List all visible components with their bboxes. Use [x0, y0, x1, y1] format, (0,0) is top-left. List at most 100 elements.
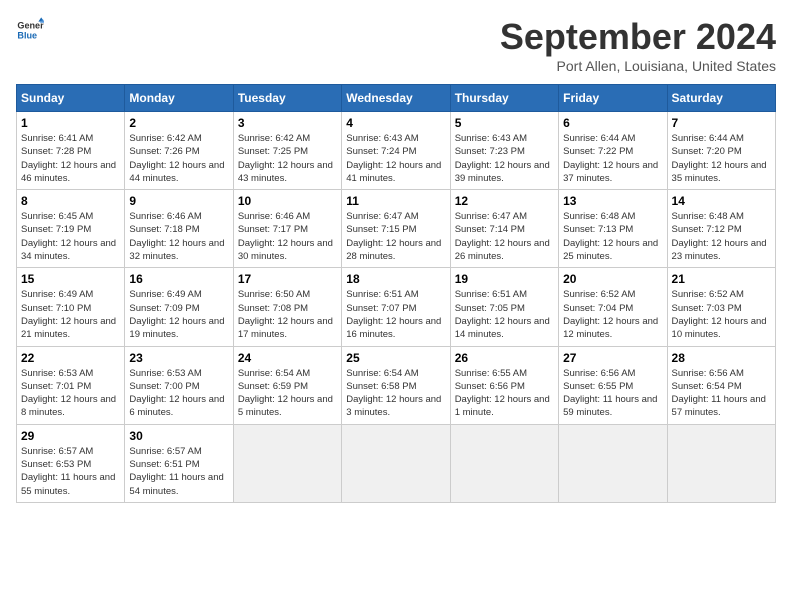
day-number: 27 [563, 351, 662, 365]
calendar-day-cell: 29Sunrise: 6:57 AMSunset: 6:53 PMDayligh… [17, 424, 125, 502]
calendar-day-cell [667, 424, 775, 502]
column-header-wednesday: Wednesday [342, 85, 450, 112]
day-number: 12 [455, 194, 554, 208]
day-number: 21 [672, 272, 771, 286]
day-number: 23 [129, 351, 228, 365]
column-header-tuesday: Tuesday [233, 85, 341, 112]
day-detail: Sunrise: 6:54 AMSunset: 6:59 PMDaylight:… [238, 367, 337, 420]
calendar-day-cell: 7 Sunrise: 6:44 AMSunset: 7:20 PMDaylight… [667, 112, 775, 190]
calendar-day-cell: 5 Sunrise: 6:43 AMSunset: 7:23 PMDaylight… [450, 112, 558, 190]
day-number: 24 [238, 351, 337, 365]
calendar-day-cell: 25Sunrise: 6:54 AMSunset: 6:58 PMDayligh… [342, 346, 450, 424]
day-number: 10 [238, 194, 337, 208]
calendar-week-row: 15Sunrise: 6:49 AMSunset: 7:10 PMDayligh… [17, 268, 776, 346]
day-number: 1 [21, 116, 120, 130]
day-number: 11 [346, 194, 445, 208]
calendar-day-cell: 20 Sunrise: 6:52 AMSunset: 7:04 PMDayligh… [559, 268, 667, 346]
day-detail: Sunrise: 6:56 AMSunset: 6:55 PMDaylight:… [563, 367, 662, 420]
day-detail: Sunrise: 6:46 AMSunset: 7:17 PMDaylight:… [238, 210, 337, 263]
day-number: 29 [21, 429, 120, 443]
day-detail: Sunrise: 6:51 AMSunset: 7:05 PMDaylight:… [455, 288, 554, 341]
calendar-day-cell: 14Sunrise: 6:48 AMSunset: 7:12 PMDayligh… [667, 190, 775, 268]
column-header-friday: Friday [559, 85, 667, 112]
calendar-day-cell: 2 Sunrise: 6:42 AMSunset: 7:26 PMDaylight… [125, 112, 233, 190]
day-detail: Sunrise: 6:42 AMSunset: 7:26 PMDaylight:… [129, 132, 228, 185]
column-header-sunday: Sunday [17, 85, 125, 112]
calendar-day-cell: 17 Sunrise: 6:50 AMSunset: 7:08 PMDayligh… [233, 268, 341, 346]
day-number: 30 [129, 429, 228, 443]
day-number: 19 [455, 272, 554, 286]
calendar-day-cell: 27 Sunrise: 6:56 AMSunset: 6:55 PMDayligh… [559, 346, 667, 424]
calendar-table: SundayMondayTuesdayWednesdayThursdayFrid… [16, 84, 776, 503]
logo-icon: General Blue [16, 16, 44, 44]
column-header-thursday: Thursday [450, 85, 558, 112]
calendar-day-cell: 26 Sunrise: 6:55 AMSunset: 6:56 PMDayligh… [450, 346, 558, 424]
day-detail: Sunrise: 6:43 AMSunset: 7:23 PMDaylight:… [455, 132, 554, 185]
day-detail: Sunrise: 6:50 AMSunset: 7:08 PMDaylight:… [238, 288, 337, 341]
day-detail: Sunrise: 6:44 AMSunset: 7:20 PMDaylight:… [672, 132, 771, 185]
day-number: 16 [129, 272, 228, 286]
calendar-day-cell: 3 Sunrise: 6:42 AMSunset: 7:25 PMDaylight… [233, 112, 341, 190]
calendar-day-cell: 18 Sunrise: 6:51 AMSunset: 7:07 PMDayligh… [342, 268, 450, 346]
location-title: Port Allen, Louisiana, United States [500, 58, 776, 74]
day-number: 13 [563, 194, 662, 208]
svg-text:General: General [17, 21, 44, 31]
calendar-day-cell [342, 424, 450, 502]
calendar-header-row: SundayMondayTuesdayWednesdayThursdayFrid… [17, 85, 776, 112]
day-detail: Sunrise: 6:46 AMSunset: 7:18 PMDaylight:… [129, 210, 228, 263]
calendar-day-cell: 13 Sunrise: 6:48 AMSunset: 7:13 PMDayligh… [559, 190, 667, 268]
day-detail: Sunrise: 6:47 AMSunset: 7:14 PMDaylight:… [455, 210, 554, 263]
logo: General Blue [16, 16, 48, 44]
day-number: 20 [563, 272, 662, 286]
day-number: 18 [346, 272, 445, 286]
calendar-day-cell [450, 424, 558, 502]
calendar-week-row: 29Sunrise: 6:57 AMSunset: 6:53 PMDayligh… [17, 424, 776, 502]
calendar-day-cell: 4 Sunrise: 6:43 AMSunset: 7:24 PMDaylight… [342, 112, 450, 190]
calendar-day-cell: 11 Sunrise: 6:47 AMSunset: 7:15 PMDayligh… [342, 190, 450, 268]
day-detail: Sunrise: 6:56 AMSunset: 6:54 PMDaylight:… [672, 367, 771, 420]
day-number: 28 [672, 351, 771, 365]
calendar-day-cell: 24 Sunrise: 6:54 AMSunset: 6:59 PMDayligh… [233, 346, 341, 424]
day-number: 7 [672, 116, 771, 130]
day-detail: Sunrise: 6:43 AMSunset: 7:24 PMDaylight:… [346, 132, 445, 185]
day-detail: Sunrise: 6:48 AMSunset: 7:13 PMDaylight:… [563, 210, 662, 263]
calendar-day-cell: 22 Sunrise: 6:53 AMSunset: 7:01 PMDayligh… [17, 346, 125, 424]
day-detail: Sunrise: 6:55 AMSunset: 6:56 PMDaylight:… [455, 367, 554, 420]
day-number: 8 [21, 194, 120, 208]
day-detail: Sunrise: 6:42 AMSunset: 7:25 PMDaylight:… [238, 132, 337, 185]
day-number: 4 [346, 116, 445, 130]
svg-text:Blue: Blue [17, 30, 37, 40]
day-number: 14 [672, 194, 771, 208]
day-number: 5 [455, 116, 554, 130]
calendar-day-cell: 1 Sunrise: 6:41 AMSunset: 7:28 PMDaylight… [17, 112, 125, 190]
day-detail: Sunrise: 6:54 AMSunset: 6:58 PMDaylight:… [346, 367, 445, 420]
calendar-day-cell [233, 424, 341, 502]
day-number: 3 [238, 116, 337, 130]
calendar-day-cell: 23 Sunrise: 6:53 AMSunset: 7:00 PMDayligh… [125, 346, 233, 424]
day-detail: Sunrise: 6:41 AMSunset: 7:28 PMDaylight:… [21, 132, 120, 185]
calendar-week-row: 1 Sunrise: 6:41 AMSunset: 7:28 PMDaylight… [17, 112, 776, 190]
calendar-day-cell: 10 Sunrise: 6:46 AMSunset: 7:17 PMDayligh… [233, 190, 341, 268]
day-detail: Sunrise: 6:51 AMSunset: 7:07 PMDaylight:… [346, 288, 445, 341]
day-number: 26 [455, 351, 554, 365]
day-detail: Sunrise: 6:52 AMSunset: 7:04 PMDaylight:… [563, 288, 662, 341]
day-number: 9 [129, 194, 228, 208]
day-number: 17 [238, 272, 337, 286]
calendar-week-row: 8Sunrise: 6:45 AMSunset: 7:19 PMDaylight… [17, 190, 776, 268]
day-detail: Sunrise: 6:47 AMSunset: 7:15 PMDaylight:… [346, 210, 445, 263]
calendar-day-cell: 28 Sunrise: 6:56 AMSunset: 6:54 PMDayligh… [667, 346, 775, 424]
calendar-day-cell: 30Sunrise: 6:57 AMSunset: 6:51 PMDayligh… [125, 424, 233, 502]
day-detail: Sunrise: 6:44 AMSunset: 7:22 PMDaylight:… [563, 132, 662, 185]
day-number: 22 [21, 351, 120, 365]
calendar-day-cell: 21Sunrise: 6:52 AMSunset: 7:03 PMDayligh… [667, 268, 775, 346]
day-number: 6 [563, 116, 662, 130]
column-header-monday: Monday [125, 85, 233, 112]
calendar-day-cell: 6 Sunrise: 6:44 AMSunset: 7:22 PMDaylight… [559, 112, 667, 190]
calendar-week-row: 22 Sunrise: 6:53 AMSunset: 7:01 PMDayligh… [17, 346, 776, 424]
calendar-day-cell: 16Sunrise: 6:49 AMSunset: 7:09 PMDayligh… [125, 268, 233, 346]
title-section: September 2024 Port Allen, Louisiana, Un… [500, 16, 776, 74]
day-number: 15 [21, 272, 120, 286]
day-detail: Sunrise: 6:53 AMSunset: 7:00 PMDaylight:… [129, 367, 228, 420]
day-number: 2 [129, 116, 228, 130]
day-detail: Sunrise: 6:53 AMSunset: 7:01 PMDaylight:… [21, 367, 120, 420]
